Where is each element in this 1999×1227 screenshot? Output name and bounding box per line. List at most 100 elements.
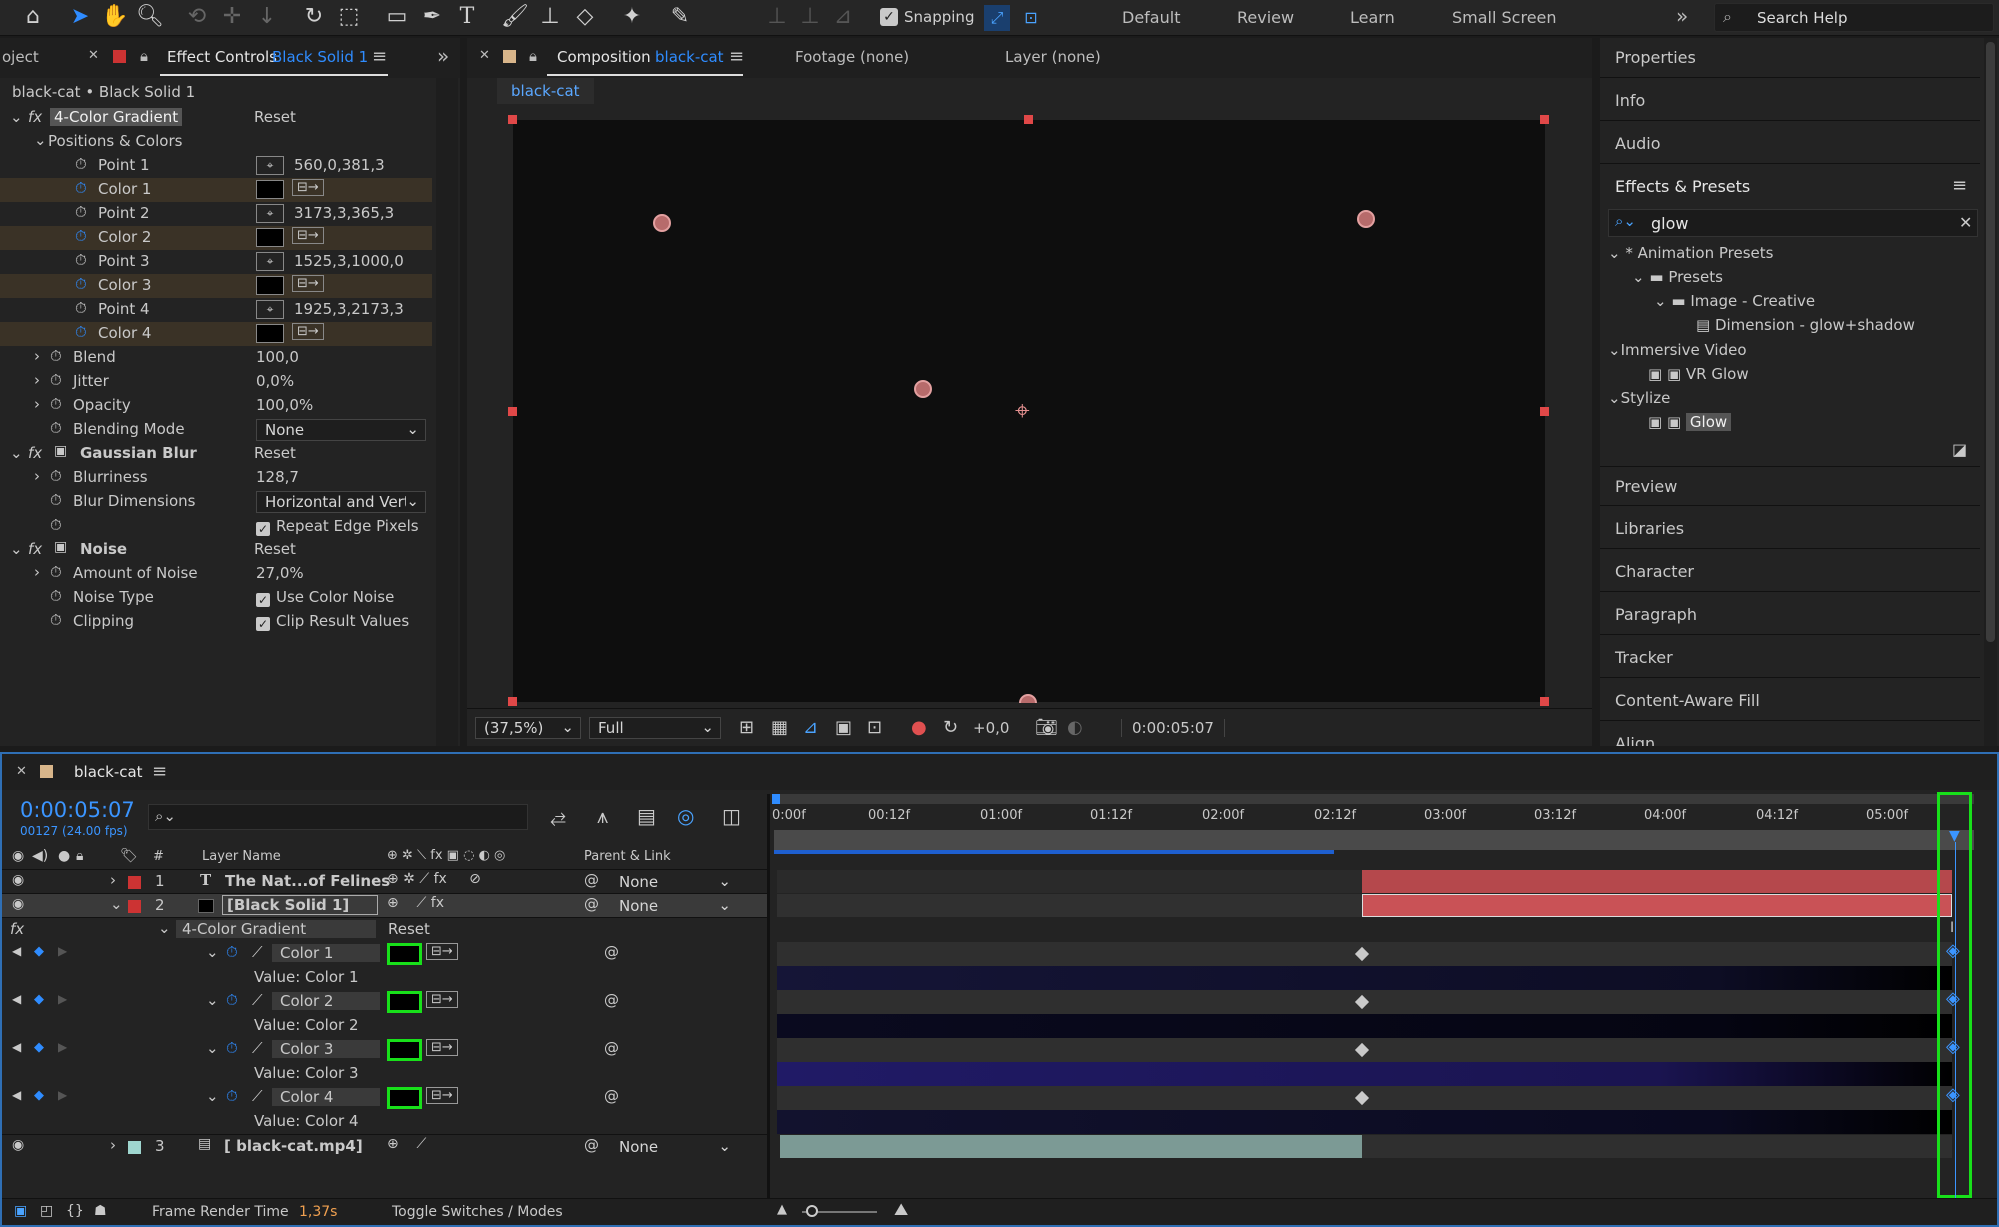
eraser-tool-icon[interactable]: ◇ (570, 4, 600, 29)
pickwhip-icon[interactable]: @ (584, 871, 599, 889)
twirl-right-icon[interactable]: › (110, 1136, 116, 1154)
eye-icon[interactable]: ◉ (12, 896, 24, 912)
time-navigator[interactable] (774, 830, 1974, 850)
tree-presets[interactable]: ⌄ ▬ Presets (1632, 268, 1723, 286)
close-icon[interactable]: ✕ (16, 764, 27, 779)
timeline-area[interactable]: 0:00f 00:12f 01:00f 01:12f 02:00f 02:12f… (772, 792, 1982, 1204)
scrollbar[interactable] (1984, 38, 1997, 746)
effect-point-2[interactable] (1357, 210, 1375, 228)
color-swatch[interactable] (387, 943, 422, 965)
color-swatch[interactable] (387, 1039, 422, 1061)
prop-point-3[interactable]: ⏱︎ Point 3 ⌖ 1525,3,1000,0 (0, 250, 432, 274)
prop-opacity[interactable]: › ⏱︎ Opacity 100,0% (0, 394, 432, 418)
pickwhip-icon[interactable]: @ (584, 895, 599, 913)
close-icon[interactable]: ✕ (88, 48, 99, 63)
add-keyframe-icon[interactable]: ◆ (34, 944, 44, 959)
bbox-handle[interactable] (1540, 697, 1549, 706)
section-effects-presets[interactable]: Effects & Presets ≡ (1600, 167, 1980, 207)
prev-keyframe-icon[interactable]: ◀ (12, 1088, 21, 1102)
anchor-point-icon[interactable]: ⌖ (1015, 396, 1030, 427)
parent-dropdown[interactable]: None ⌄ (610, 1136, 738, 1158)
render-time-icon[interactable]: ☗ (94, 1203, 107, 1219)
tab-layer[interactable]: Layer (none) (1005, 48, 1101, 66)
rectangle-tool-icon[interactable]: ▭ (382, 4, 412, 29)
eyedropper-icon[interactable]: ⊟→ (426, 1039, 458, 1056)
eye-icon[interactable]: ◉ (12, 872, 24, 888)
anchor-tool-icon[interactable]: ⬚ (334, 4, 364, 29)
add-keyframe-icon[interactable]: ◆ (34, 992, 44, 1007)
prop-value[interactable]: 3173,3,365,3 (294, 204, 394, 222)
stopwatch-icon[interactable]: ⏱︎ (50, 587, 62, 605)
pickwhip-icon[interactable]: @ (604, 1039, 619, 1057)
pickwhip-icon[interactable]: @ (584, 1136, 599, 1154)
pan-tool-icon[interactable]: ✛ (217, 4, 247, 29)
stopwatch-icon[interactable]: ⏱︎ (50, 491, 62, 509)
tab-footage[interactable]: Footage (none) (795, 48, 909, 66)
point-target-icon[interactable]: ⌖ (256, 204, 284, 223)
twirl-down-icon[interactable]: ⌄ (158, 919, 171, 937)
puppet-tool-icon[interactable]: ✎ (665, 4, 695, 29)
next-keyframe-icon[interactable]: ▶ (58, 1088, 67, 1102)
next-keyframe-icon[interactable]: ▶ (58, 1040, 67, 1054)
layer-bar-3[interactable] (780, 1135, 1362, 1158)
reset-link[interactable]: Reset (254, 108, 296, 126)
close-icon[interactable]: ✕ (479, 48, 490, 63)
point-target-icon[interactable]: ⌖ (256, 252, 284, 271)
panel-menu-icon[interactable]: ≡ (372, 46, 387, 67)
stopwatch-icon[interactable]: ⏱︎ (226, 991, 238, 1009)
twirl-right-icon[interactable]: › (34, 467, 40, 485)
tree-vr-glow[interactable]: ▣ ▣ VR Glow (1648, 365, 1749, 383)
next-keyframe-icon[interactable]: ▶ (58, 992, 67, 1006)
solo-toggle-icon[interactable]: ● (58, 848, 70, 864)
color-swatch[interactable] (256, 276, 284, 295)
reset-link[interactable]: Reset (388, 920, 430, 938)
blending-mode-dropdown[interactable]: None ⌄ (256, 419, 426, 441)
twirl-down-icon[interactable]: ⌄ (110, 895, 123, 913)
pickwhip-icon[interactable]: @ (604, 1087, 619, 1105)
prop-value[interactable]: 27,0% (256, 564, 304, 582)
toggle-switches-modes[interactable]: Toggle Switches / Modes (392, 1204, 563, 1220)
channel-icon[interactable]: ● (911, 717, 927, 738)
search-help-field[interactable]: ⌕ Search Help (1714, 3, 1994, 32)
tab-composition[interactable]: Composition (557, 48, 651, 66)
bbox-handle[interactable] (508, 407, 517, 416)
tree-dimension-glow[interactable]: ▤ Dimension - glow+shadow (1696, 316, 1915, 334)
label-column-icon[interactable]: 🏷︎ (120, 848, 138, 864)
show-snapshot-icon[interactable]: ◐ (1067, 717, 1083, 738)
effect-point-1[interactable] (653, 214, 671, 232)
point-target-icon[interactable]: ⌖ (256, 156, 284, 175)
prop-color-3[interactable]: ⏱︎ Color 3 ⊟→ (0, 274, 432, 298)
region-of-interest-icon[interactable]: ▣ (835, 717, 852, 738)
prop-color-1[interactable]: ⏱︎ Color 1 ⊟→ (0, 178, 432, 202)
stopwatch-icon[interactable]: ⏱︎ (75, 275, 87, 293)
add-keyframe-icon[interactable]: ◆ (34, 1040, 44, 1055)
color-swatch[interactable] (256, 228, 284, 247)
stopwatch-icon[interactable]: ⏱︎ (226, 1039, 238, 1057)
prop-value[interactable]: 1525,3,1000,0 (294, 252, 404, 270)
current-time-display[interactable]: 0:00:05:07 (20, 798, 135, 822)
eye-icon[interactable]: ◉ (12, 1137, 24, 1153)
color-swatch[interactable] (256, 324, 284, 343)
group-positions-colors[interactable]: ⌄ Positions & Colors (0, 130, 432, 154)
twirl-down-icon[interactable]: ⌄ (206, 1039, 219, 1057)
pickwhip-icon[interactable]: @ (604, 943, 619, 961)
tree-stylize[interactable]: ⌄Stylize (1608, 389, 1670, 407)
bbox-handle[interactable] (1540, 115, 1549, 124)
twirl-down-icon[interactable]: ⌄ (206, 1087, 219, 1105)
effect-group-row[interactable]: fx ⌄ 4-Color Gradient Reset (2, 918, 767, 942)
section-paragraph[interactable]: Paragraph (1600, 595, 1980, 635)
workspace-default[interactable]: Default (1122, 8, 1180, 27)
lock-icon[interactable]: 🔒︎ (529, 47, 537, 65)
prop-name[interactable]: Color 1 (272, 944, 380, 962)
prop-color-2[interactable]: ⏱︎ Color 2 ⊟→ (0, 226, 432, 250)
bbox-handle[interactable] (508, 697, 517, 706)
eyedropper-icon[interactable]: ⊟→ (426, 1087, 458, 1104)
draft-3d-icon[interactable]: ⩚ (597, 804, 608, 828)
reset-exposure-icon[interactable]: ↻ (943, 717, 958, 738)
lock-column-icon[interactable]: 🔒︎ (76, 848, 83, 864)
twirl-right-icon[interactable]: › (34, 371, 40, 389)
layer-row-2[interactable]: ◉ ⌄ 2 [Black Solid 1] ⊕ ⟋ fx @ None ⌄ (2, 894, 767, 918)
prop-value[interactable]: 1925,3,2173,3 (294, 300, 404, 318)
effect-point-3[interactable] (914, 380, 932, 398)
snap-edges-icon[interactable]: ⤢ (984, 5, 1010, 31)
